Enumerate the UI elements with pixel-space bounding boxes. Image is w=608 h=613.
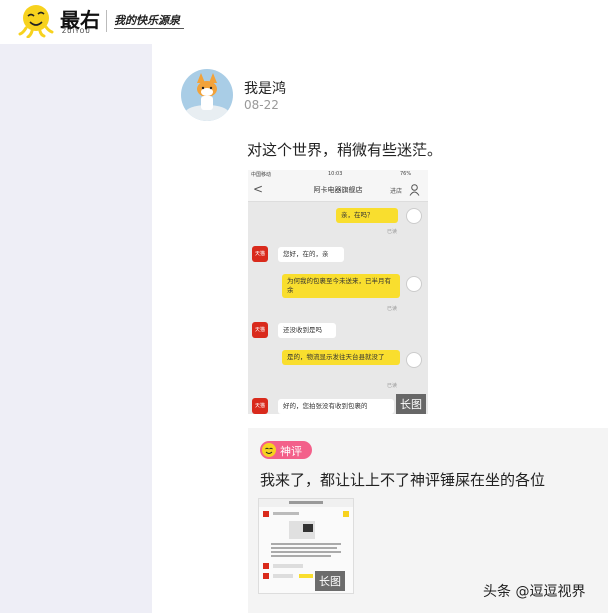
long-image-badge: 长图 <box>396 394 426 414</box>
tmall-avatar-icon: 天猫 <box>252 322 268 338</box>
chat-message-left: 还没收到是吗 <box>278 323 336 338</box>
slogan-underline <box>114 28 184 29</box>
chat-message-right: 为何我的包裹至今未送来，已半月有余 <box>282 274 400 298</box>
chat-message-right: 亲，在吗？ <box>336 208 398 223</box>
enter-store-label: 进店 <box>390 188 403 195</box>
tmall-avatar-icon: 天猫 <box>252 246 268 262</box>
smiley-avatar-icon <box>406 352 422 368</box>
chat-nav-bar: < 阿卡电器旗舰店 进店 <box>248 179 428 202</box>
zuiyou-logo-icon[interactable] <box>18 2 54 38</box>
hot-comment-tag: 神评 <box>260 441 312 459</box>
brand-subtitle: ZUIYOU <box>62 28 91 35</box>
post-image[interactable]: 中国移动 10:03 76% < 阿卡电器旗舰店 进店 亲，在吗？ 已读 天猫 … <box>248 170 428 414</box>
status-time: 10:03 <box>328 171 343 177</box>
chat-message-left: 好的，您拍张没有收到包裹的 <box>278 399 394 414</box>
fox-avatar-icon <box>181 69 233 121</box>
smiley-avatar-icon <box>406 276 422 292</box>
chat-message-left: 您好，在的，亲 <box>278 247 344 262</box>
read-receipt: 已读 <box>387 306 398 312</box>
left-sidebar <box>0 44 152 613</box>
post-date: 08-22 <box>244 98 279 112</box>
source-watermark: 头条 @逗逗视界 <box>483 584 586 600</box>
tmall-avatar-icon: 天猫 <box>252 398 268 414</box>
header-divider <box>106 10 107 32</box>
author-avatar[interactable] <box>181 69 233 121</box>
post-text: 对这个世界，稍微有些迷茫。 <box>247 141 443 159</box>
app-header: 最右 ZUIYOU 我的快乐源泉 <box>0 0 608 44</box>
author-name[interactable]: 我是鸿 <box>244 78 286 98</box>
phone-status-bar: 中国移动 10:03 76% <box>248 170 428 179</box>
hot-comment-tag-label: 神评 <box>280 445 302 458</box>
read-receipt: 已读 <box>387 229 398 235</box>
comment-text: 我来了，都让让上不了神评锤屎在坐的各位 <box>260 471 546 489</box>
status-battery: 76% <box>400 171 412 177</box>
status-carrier: 中国移动 <box>251 172 272 178</box>
chat-message-right: 是的，物流显示发往天台县就没了 <box>282 350 400 365</box>
smiley-icon <box>262 443 276 457</box>
read-receipt: 已读 <box>387 383 398 389</box>
smiley-avatar-icon <box>406 208 422 224</box>
comment-image[interactable]: 长图 <box>258 498 354 594</box>
long-image-badge: 长图 <box>315 571 345 591</box>
user-icon <box>409 184 420 196</box>
brand-slogan: 我的快乐源泉 <box>114 14 180 27</box>
